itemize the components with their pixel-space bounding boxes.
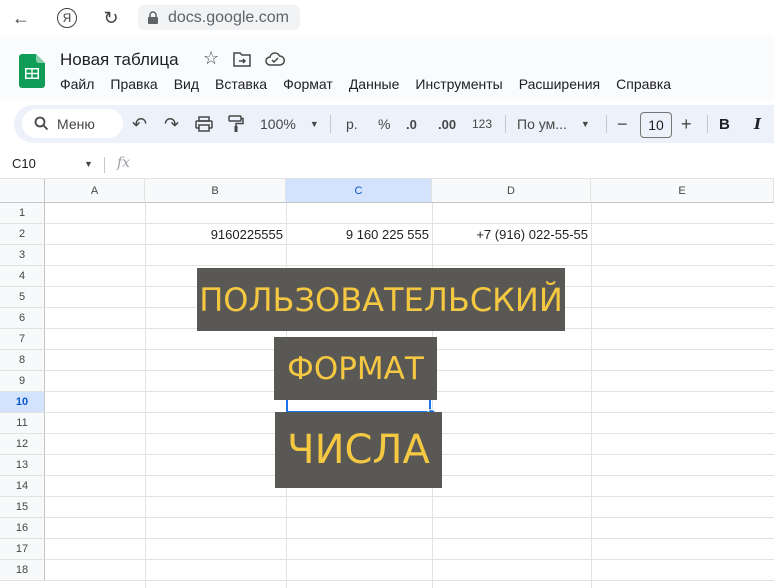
browser-toolbar: ← Я ↻ docs.google.com [0,0,774,36]
row-header-4[interactable]: 4 [0,266,45,287]
row-header-16[interactable]: 16 [0,518,45,539]
overlay-title-line1: ПОЛЬЗОВАТЕЛЬСКИЙ [197,268,565,331]
divider [330,115,331,133]
more-formats-button[interactable]: 123 [472,105,492,143]
undo-icon[interactable]: ↶ [132,105,147,143]
chevron-down-icon: ▼ [309,119,319,129]
row-header-2[interactable]: 2 [0,224,45,245]
font-size-increase-button[interactable]: + [681,105,692,143]
gridline [45,265,774,266]
divider [606,115,607,133]
decrease-decimal-button[interactable]: .0 [406,105,417,143]
move-folder-icon[interactable] [233,51,251,67]
menu-file[interactable]: Файл [60,76,94,92]
address-bar[interactable]: docs.google.com [138,5,300,30]
menu-insert[interactable]: Вставка [215,76,267,92]
row-header-9[interactable]: 9 [0,371,45,392]
menu-format[interactable]: Формат [283,76,333,92]
font-size-input[interactable]: 10 [640,112,672,138]
zoom-value: 100% [260,116,296,132]
gridline [45,580,774,581]
font-select[interactable]: По ум... ▼ [517,105,590,143]
doc-title[interactable]: Новая таблица [60,50,179,70]
menu-edit[interactable]: Правка [110,76,157,92]
gridline [45,496,774,497]
back-arrow-icon[interactable]: ← [9,6,33,30]
row-header-18[interactable]: 18 [0,560,45,581]
lock-icon [148,10,158,24]
column-header-e[interactable]: E [591,179,774,203]
cell-b2[interactable]: 9160225555 [145,224,286,245]
row-header-6[interactable]: 6 [0,308,45,329]
toolbar: Меню ↶ ↷ 100% ▼ р. % .0 .00 123 По ум...… [14,105,774,143]
yandex-icon[interactable]: Я [55,6,79,30]
column-header-a[interactable]: A [45,179,145,203]
redo-icon[interactable]: ↷ [164,105,179,143]
divider [104,157,105,173]
search-icon [34,116,49,131]
menu-search-label: Меню [57,115,95,132]
gridline [45,538,774,539]
divider [707,115,708,133]
divider [505,115,506,133]
cell-c2[interactable]: 9 160 225 555 [286,224,432,245]
row-header-11[interactable]: 11 [0,413,45,434]
menu-bar: Файл Правка Вид Вставка Формат Данные Ин… [60,76,687,92]
chevron-down-icon: ▼ [580,119,590,129]
currency-format-button[interactable]: р. [346,105,358,143]
increase-decimal-label: .00 [438,116,457,132]
row-header-1[interactable]: 1 [0,203,45,224]
row-header-12[interactable]: 12 [0,434,45,455]
percent-format-button[interactable]: % [378,105,390,143]
gridline [591,203,592,588]
column-header-b[interactable]: B [145,179,286,203]
column-header-d[interactable]: D [432,179,591,203]
function-icon: fx [117,155,131,171]
gridline [145,203,146,588]
font-size-decrease-button[interactable]: − [617,105,628,143]
row-header-3[interactable]: 3 [0,245,45,266]
bold-button[interactable]: B [719,105,730,143]
increase-decimal-button[interactable]: .00 [438,105,456,143]
menu-tools[interactable]: Инструменты [415,76,502,92]
menu-data[interactable]: Данные [349,76,400,92]
row-header-5[interactable]: 5 [0,287,45,308]
url-text: docs.google.com [168,8,289,26]
row-header-7[interactable]: 7 [0,329,45,350]
decrease-decimal-label: .0 [406,116,417,132]
chevron-down-icon[interactable]: ▼ [84,159,93,169]
name-box[interactable]: C10 [12,156,36,171]
select-all-corner[interactable] [0,179,45,203]
row-header-15[interactable]: 15 [0,497,45,518]
row-header-13[interactable]: 13 [0,455,45,476]
menu-extensions[interactable]: Расширения [519,76,600,92]
cell-d2[interactable]: +7 (916) 022-55-55 [432,224,591,245]
column-header-c[interactable]: C [286,179,432,203]
sheets-logo-icon[interactable] [19,54,45,88]
row-header-10[interactable]: 10 [0,392,45,413]
menu-search-button[interactable]: Меню [22,109,123,138]
overlay-title-line3: ЧИСЛА [275,412,442,488]
zoom-select[interactable]: 100% ▼ [260,105,319,143]
font-value: По ум... [517,116,567,132]
gridline [45,559,774,560]
paint-format-icon[interactable] [228,115,244,133]
formula-bar: C10 ▼ fx [0,153,774,179]
overlay-title-line2: ФОРМАТ [274,337,437,400]
print-icon[interactable] [195,116,213,132]
menu-view[interactable]: Вид [174,76,199,92]
menu-help[interactable]: Справка [616,76,671,92]
row-header-14[interactable]: 14 [0,476,45,497]
italic-button[interactable]: I [754,105,761,143]
row-header-17[interactable]: 17 [0,539,45,560]
cloud-saved-icon[interactable] [265,52,285,66]
row-header-8[interactable]: 8 [0,350,45,371]
star-icon[interactable]: ☆ [203,48,219,69]
gridline [45,517,774,518]
reload-icon[interactable]: ↻ [99,6,123,30]
